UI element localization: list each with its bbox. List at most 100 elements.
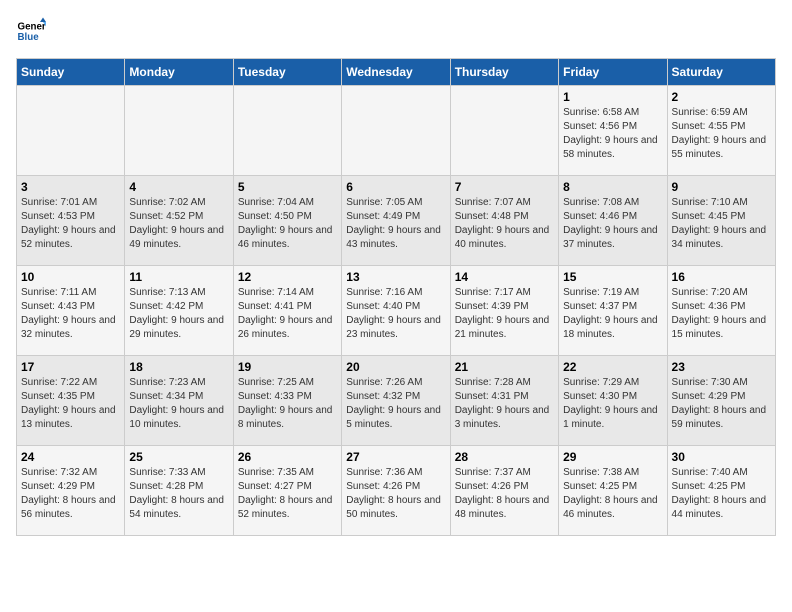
calendar-cell: 12 Sunrise: 7:14 AM Sunset: 4:41 PM Dayli… xyxy=(233,266,341,356)
day-info: Sunrise: 7:14 AM Sunset: 4:41 PM Dayligh… xyxy=(238,286,337,342)
day-info: Sunrise: 7:35 AM Sunset: 4:27 PM Dayligh… xyxy=(238,466,337,522)
day-info: Sunrise: 7:32 AM Sunset: 4:29 PM Dayligh… xyxy=(21,466,120,522)
calendar-cell: 18 Sunrise: 7:23 AM Sunset: 4:34 PM Dayli… xyxy=(125,356,233,446)
day-number: 24 xyxy=(21,450,120,464)
day-number: 22 xyxy=(563,360,662,374)
day-info: Sunrise: 7:23 AM Sunset: 4:34 PM Dayligh… xyxy=(129,376,228,432)
day-number: 10 xyxy=(21,270,120,284)
day-number: 6 xyxy=(346,180,445,194)
calendar-cell: 14Sunrise: 7:17 AM Sunset: 4:39 PM Dayli… xyxy=(450,266,558,356)
day-number: 5 xyxy=(238,180,337,194)
day-info: Sunrise: 7:10 AM Sunset: 4:45 PM Dayligh… xyxy=(672,196,771,252)
day-info: Sunrise: 6:58 AM Sunset: 4:56 PM Dayligh… xyxy=(563,106,662,162)
calendar-cell: 15Sunrise: 7:19 AM Sunset: 4:37 PM Dayli… xyxy=(559,266,667,356)
day-info: Sunrise: 7:11 AM Sunset: 4:43 PM Dayligh… xyxy=(21,286,120,342)
day-info: Sunrise: 7:17 AM Sunset: 4:39 PM Dayligh… xyxy=(455,286,554,342)
day-info: Sunrise: 7:38 AM Sunset: 4:25 PM Dayligh… xyxy=(563,466,662,522)
day-info: Sunrise: 7:07 AM Sunset: 4:48 PM Dayligh… xyxy=(455,196,554,252)
day-info: Sunrise: 7:30 AM Sunset: 4:29 PM Dayligh… xyxy=(672,376,771,432)
calendar-cell: 25Sunrise: 7:33 AM Sunset: 4:28 PM Dayli… xyxy=(125,446,233,536)
day-info: Sunrise: 7:19 AM Sunset: 4:37 PM Dayligh… xyxy=(563,286,662,342)
calendar-cell: 23 Sunrise: 7:30 AM Sunset: 4:29 PM Dayli… xyxy=(667,356,775,446)
logo: General Blue xyxy=(16,16,50,46)
calendar-cell: 28 Sunrise: 7:37 AM Sunset: 4:26 PM Dayli… xyxy=(450,446,558,536)
day-number: 18 xyxy=(129,360,228,374)
calendar-cell xyxy=(125,86,233,176)
calendar-cell: 24 Sunrise: 7:32 AM Sunset: 4:29 PM Dayli… xyxy=(17,446,125,536)
calendar-cell: 17Sunrise: 7:22 AM Sunset: 4:35 PM Dayli… xyxy=(17,356,125,446)
weekday-header-row: SundayMondayTuesdayWednesdayThursdayFrid… xyxy=(17,59,776,86)
logo-icon: General Blue xyxy=(16,16,46,46)
calendar-table: SundayMondayTuesdayWednesdayThursdayFrid… xyxy=(16,58,776,536)
day-number: 7 xyxy=(455,180,554,194)
day-info: Sunrise: 7:29 AM Sunset: 4:30 PM Dayligh… xyxy=(563,376,662,432)
calendar-cell: 1 Sunrise: 6:58 AM Sunset: 4:56 PM Daylig… xyxy=(559,86,667,176)
day-number: 4 xyxy=(129,180,228,194)
weekday-header-sunday: Sunday xyxy=(17,59,125,86)
calendar-week-row: 24 Sunrise: 7:32 AM Sunset: 4:29 PM Dayli… xyxy=(17,446,776,536)
page-header: General Blue xyxy=(16,16,776,46)
day-info: Sunrise: 7:01 AM Sunset: 4:53 PM Dayligh… xyxy=(21,196,120,252)
calendar-cell xyxy=(342,86,450,176)
weekday-header-thursday: Thursday xyxy=(450,59,558,86)
day-info: Sunrise: 7:02 AM Sunset: 4:52 PM Dayligh… xyxy=(129,196,228,252)
day-info: Sunrise: 7:25 AM Sunset: 4:33 PM Dayligh… xyxy=(238,376,337,432)
day-info: Sunrise: 7:13 AM Sunset: 4:42 PM Dayligh… xyxy=(129,286,228,342)
calendar-cell: 13 Sunrise: 7:16 AM Sunset: 4:40 PM Dayli… xyxy=(342,266,450,356)
day-number: 3 xyxy=(21,180,120,194)
calendar-cell: 8Sunrise: 7:08 AM Sunset: 4:46 PM Daylig… xyxy=(559,176,667,266)
weekday-header-friday: Friday xyxy=(559,59,667,86)
day-info: Sunrise: 7:20 AM Sunset: 4:36 PM Dayligh… xyxy=(672,286,771,342)
calendar-cell: 4 Sunrise: 7:02 AM Sunset: 4:52 PM Daylig… xyxy=(125,176,233,266)
calendar-cell: 16 Sunrise: 7:20 AM Sunset: 4:36 PM Dayli… xyxy=(667,266,775,356)
weekday-header-tuesday: Tuesday xyxy=(233,59,341,86)
calendar-cell: 3 Sunrise: 7:01 AM Sunset: 4:53 PM Daylig… xyxy=(17,176,125,266)
day-number: 30 xyxy=(672,450,771,464)
day-number: 11 xyxy=(129,270,228,284)
calendar-week-row: 17Sunrise: 7:22 AM Sunset: 4:35 PM Dayli… xyxy=(17,356,776,446)
day-number: 26 xyxy=(238,450,337,464)
calendar-cell: 30Sunrise: 7:40 AM Sunset: 4:25 PM Dayli… xyxy=(667,446,775,536)
calendar-cell xyxy=(17,86,125,176)
calendar-week-row: 1 Sunrise: 6:58 AM Sunset: 4:56 PM Daylig… xyxy=(17,86,776,176)
calendar-cell xyxy=(233,86,341,176)
calendar-cell: 9 Sunrise: 7:10 AM Sunset: 4:45 PM Daylig… xyxy=(667,176,775,266)
day-number: 9 xyxy=(672,180,771,194)
calendar-cell xyxy=(450,86,558,176)
day-number: 23 xyxy=(672,360,771,374)
day-number: 28 xyxy=(455,450,554,464)
day-info: Sunrise: 7:37 AM Sunset: 4:26 PM Dayligh… xyxy=(455,466,554,522)
weekday-header-wednesday: Wednesday xyxy=(342,59,450,86)
day-number: 12 xyxy=(238,270,337,284)
calendar-cell: 27Sunrise: 7:36 AM Sunset: 4:26 PM Dayli… xyxy=(342,446,450,536)
calendar-cell: 2Sunrise: 6:59 AM Sunset: 4:55 PM Daylig… xyxy=(667,86,775,176)
day-number: 17 xyxy=(21,360,120,374)
calendar-week-row: 10 Sunrise: 7:11 AM Sunset: 4:43 PM Dayli… xyxy=(17,266,776,356)
day-number: 29 xyxy=(563,450,662,464)
calendar-cell: 6 Sunrise: 7:05 AM Sunset: 4:49 PM Daylig… xyxy=(342,176,450,266)
day-number: 27 xyxy=(346,450,445,464)
calendar-cell: 29 Sunrise: 7:38 AM Sunset: 4:25 PM Dayli… xyxy=(559,446,667,536)
weekday-header-saturday: Saturday xyxy=(667,59,775,86)
weekday-header-monday: Monday xyxy=(125,59,233,86)
day-info: Sunrise: 7:16 AM Sunset: 4:40 PM Dayligh… xyxy=(346,286,445,342)
day-info: Sunrise: 7:04 AM Sunset: 4:50 PM Dayligh… xyxy=(238,196,337,252)
day-number: 1 xyxy=(563,90,662,104)
day-info: Sunrise: 6:59 AM Sunset: 4:55 PM Dayligh… xyxy=(672,106,771,162)
day-number: 19 xyxy=(238,360,337,374)
day-number: 13 xyxy=(346,270,445,284)
day-number: 20 xyxy=(346,360,445,374)
day-info: Sunrise: 7:28 AM Sunset: 4:31 PM Dayligh… xyxy=(455,376,554,432)
calendar-cell: 7 Sunrise: 7:07 AM Sunset: 4:48 PM Daylig… xyxy=(450,176,558,266)
calendar-week-row: 3 Sunrise: 7:01 AM Sunset: 4:53 PM Daylig… xyxy=(17,176,776,266)
day-number: 16 xyxy=(672,270,771,284)
day-number: 21 xyxy=(455,360,554,374)
calendar-cell: 21 Sunrise: 7:28 AM Sunset: 4:31 PM Dayli… xyxy=(450,356,558,446)
calendar-cell: 11 Sunrise: 7:13 AM Sunset: 4:42 PM Dayli… xyxy=(125,266,233,356)
day-info: Sunrise: 7:05 AM Sunset: 4:49 PM Dayligh… xyxy=(346,196,445,252)
calendar-cell: 5 Sunrise: 7:04 AM Sunset: 4:50 PM Daylig… xyxy=(233,176,341,266)
calendar-cell: 22 Sunrise: 7:29 AM Sunset: 4:30 PM Dayli… xyxy=(559,356,667,446)
calendar-cell: 19 Sunrise: 7:25 AM Sunset: 4:33 PM Dayli… xyxy=(233,356,341,446)
svg-text:General: General xyxy=(18,22,47,33)
day-number: 25 xyxy=(129,450,228,464)
